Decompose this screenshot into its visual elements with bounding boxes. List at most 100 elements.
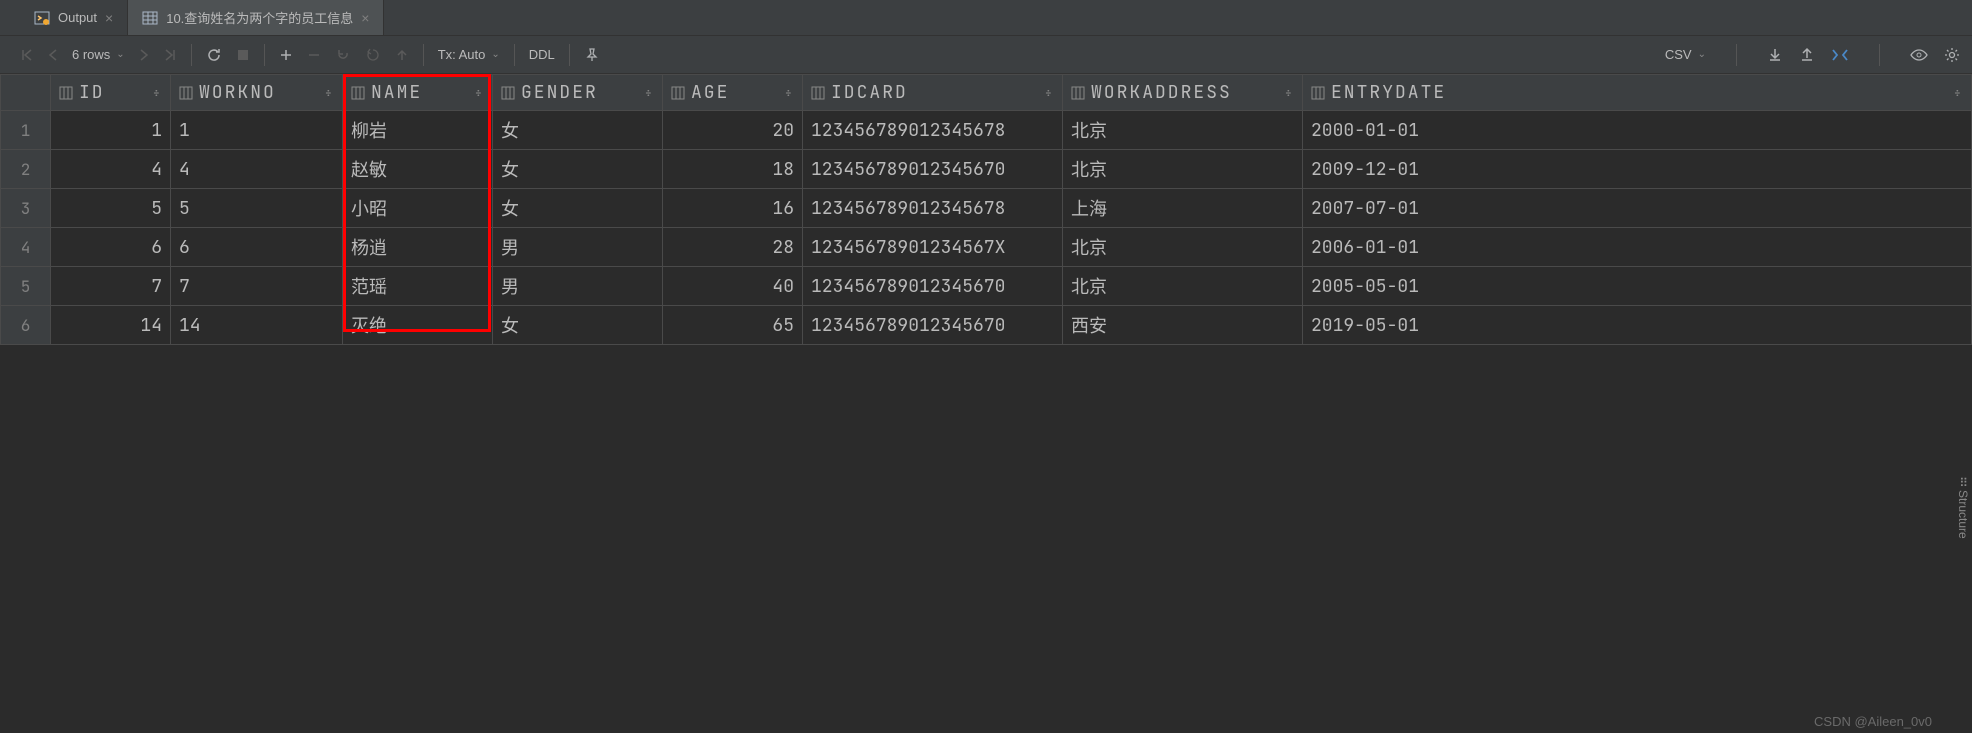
cell-idcard[interactable]: 123456789012345678 — [803, 111, 1063, 150]
ddl-button[interactable]: DDL — [529, 47, 555, 62]
cell-entrydate[interactable]: 2006-01-01 — [1303, 228, 1972, 267]
tab-label: 10.查询姓名为两个字的员工信息 — [166, 8, 353, 27]
cell-gender[interactable]: 女 — [493, 150, 663, 189]
col-age[interactable]: AGE÷ — [663, 75, 803, 111]
export-format[interactable]: CSV⌄ — [1665, 47, 1706, 62]
cell-workaddress[interactable]: 北京 — [1063, 267, 1303, 306]
cell-entrydate[interactable]: 2009-12-01 — [1303, 150, 1972, 189]
cell-id[interactable]: 4 — [51, 150, 171, 189]
rows-count[interactable]: 6 rows⌄ — [72, 47, 125, 62]
cell-id[interactable]: 6 — [51, 228, 171, 267]
cell-workaddress[interactable]: 上海 — [1063, 189, 1303, 228]
cell-entrydate[interactable]: 2005-05-01 — [1303, 267, 1972, 306]
sort-icon[interactable]: ÷ — [475, 85, 484, 101]
sort-icon[interactable]: ÷ — [645, 85, 654, 101]
column-icon — [811, 86, 825, 100]
table-row[interactable]: 355小昭女16123456789012345678上海2007-07-01 — [1, 189, 1972, 228]
cell-name[interactable]: 灭绝 — [343, 306, 493, 345]
commit-icon[interactable] — [365, 47, 381, 63]
add-row-icon[interactable] — [279, 48, 293, 62]
cell-workno[interactable]: 5 — [171, 189, 343, 228]
cell-name[interactable]: 柳岩 — [343, 111, 493, 150]
cell-entrydate[interactable]: 2007-07-01 — [1303, 189, 1972, 228]
col-idcard[interactable]: IDCARD÷ — [803, 75, 1063, 111]
cell-age[interactable]: 65 — [663, 306, 803, 345]
structure-panel-tab[interactable]: Structure — [1956, 490, 1970, 539]
sort-icon[interactable]: ÷ — [1045, 85, 1054, 101]
col-workaddress[interactable]: WORKADDRESS÷ — [1063, 75, 1303, 111]
col-id[interactable]: ID÷ — [51, 75, 171, 111]
cell-gender[interactable]: 男 — [493, 267, 663, 306]
cell-workno[interactable]: 7 — [171, 267, 343, 306]
col-workno[interactable]: WORKNO÷ — [171, 75, 343, 111]
cell-workno[interactable]: 14 — [171, 306, 343, 345]
cell-name[interactable]: 赵敏 — [343, 150, 493, 189]
col-gender[interactable]: GENDER÷ — [493, 75, 663, 111]
cell-age[interactable]: 20 — [663, 111, 803, 150]
table-row[interactable]: 466杨逍男2812345678901234567X北京2006-01-01 — [1, 228, 1972, 267]
cell-entrydate[interactable]: 2019-05-01 — [1303, 306, 1972, 345]
cell-workaddress[interactable]: 北京 — [1063, 150, 1303, 189]
cell-id[interactable]: 1 — [51, 111, 171, 150]
table-row[interactable]: 577范瑶男40123456789012345670北京2005-05-01 — [1, 267, 1972, 306]
cell-id[interactable]: 5 — [51, 189, 171, 228]
cell-idcard[interactable]: 123456789012345670 — [803, 267, 1063, 306]
reload-icon[interactable] — [206, 47, 222, 63]
sort-icon[interactable]: ÷ — [1285, 85, 1294, 101]
pin-icon[interactable] — [584, 47, 600, 63]
cell-age[interactable]: 28 — [663, 228, 803, 267]
cell-gender[interactable]: 女 — [493, 189, 663, 228]
submit-icon[interactable] — [395, 48, 409, 62]
cell-entrydate[interactable]: 2000-01-01 — [1303, 111, 1972, 150]
cell-idcard[interactable]: 12345678901234567X — [803, 228, 1063, 267]
cell-gender[interactable]: 男 — [493, 228, 663, 267]
cell-workaddress[interactable]: 北京 — [1063, 111, 1303, 150]
tab-query[interactable]: 10.查询姓名为两个字的员工信息 × — [128, 0, 384, 35]
sort-icon[interactable]: ÷ — [1954, 85, 1963, 101]
cell-name[interactable]: 小昭 — [343, 189, 493, 228]
cell-id[interactable]: 14 — [51, 306, 171, 345]
sort-icon[interactable]: ÷ — [785, 85, 794, 101]
tx-mode[interactable]: Tx: Auto⌄ — [438, 47, 500, 62]
cell-workaddress[interactable]: 北京 — [1063, 228, 1303, 267]
tab-output[interactable]: Output × — [20, 0, 128, 35]
cell-age[interactable]: 16 — [663, 189, 803, 228]
gear-icon[interactable] — [1944, 47, 1960, 63]
col-entrydate[interactable]: ENTRYDATE÷ — [1303, 75, 1972, 111]
column-icon — [501, 86, 515, 100]
cell-idcard[interactable]: 123456789012345670 — [803, 306, 1063, 345]
cell-age[interactable]: 40 — [663, 267, 803, 306]
compare-icon[interactable] — [1831, 47, 1849, 63]
cell-gender[interactable]: 女 — [493, 111, 663, 150]
revert-icon[interactable] — [335, 47, 351, 63]
first-page-icon[interactable] — [20, 48, 34, 62]
table-row[interactable]: 61414灭绝女65123456789012345670西安2019-05-01 — [1, 306, 1972, 345]
cell-workno[interactable]: 6 — [171, 228, 343, 267]
toolbar: 6 rows⌄ Tx: Auto⌄ DDL CSV⌄ — [0, 36, 1972, 74]
table-row[interactable]: 111柳岩女20123456789012345678北京2000-01-01 — [1, 111, 1972, 150]
remove-row-icon[interactable] — [307, 48, 321, 62]
prev-page-icon[interactable] — [48, 48, 58, 62]
upload-icon[interactable] — [1799, 47, 1815, 63]
next-page-icon[interactable] — [139, 48, 149, 62]
table-row[interactable]: 244赵敏女18123456789012345670北京2009-12-01 — [1, 150, 1972, 189]
eye-icon[interactable] — [1910, 48, 1928, 62]
cell-idcard[interactable]: 123456789012345678 — [803, 189, 1063, 228]
stop-icon[interactable] — [236, 48, 250, 62]
sort-icon[interactable]: ÷ — [325, 85, 334, 101]
cell-gender[interactable]: 女 — [493, 306, 663, 345]
cell-workno[interactable]: 1 — [171, 111, 343, 150]
cell-workaddress[interactable]: 西安 — [1063, 306, 1303, 345]
close-icon[interactable]: × — [361, 10, 369, 26]
download-icon[interactable] — [1767, 47, 1783, 63]
close-icon[interactable]: × — [105, 10, 113, 26]
cell-idcard[interactable]: 123456789012345670 — [803, 150, 1063, 189]
last-page-icon[interactable] — [163, 48, 177, 62]
cell-id[interactable]: 7 — [51, 267, 171, 306]
cell-name[interactable]: 杨逍 — [343, 228, 493, 267]
sort-icon[interactable]: ÷ — [153, 85, 162, 101]
cell-name[interactable]: 范瑶 — [343, 267, 493, 306]
col-name[interactable]: NAME÷ — [343, 75, 493, 111]
cell-age[interactable]: 18 — [663, 150, 803, 189]
cell-workno[interactable]: 4 — [171, 150, 343, 189]
